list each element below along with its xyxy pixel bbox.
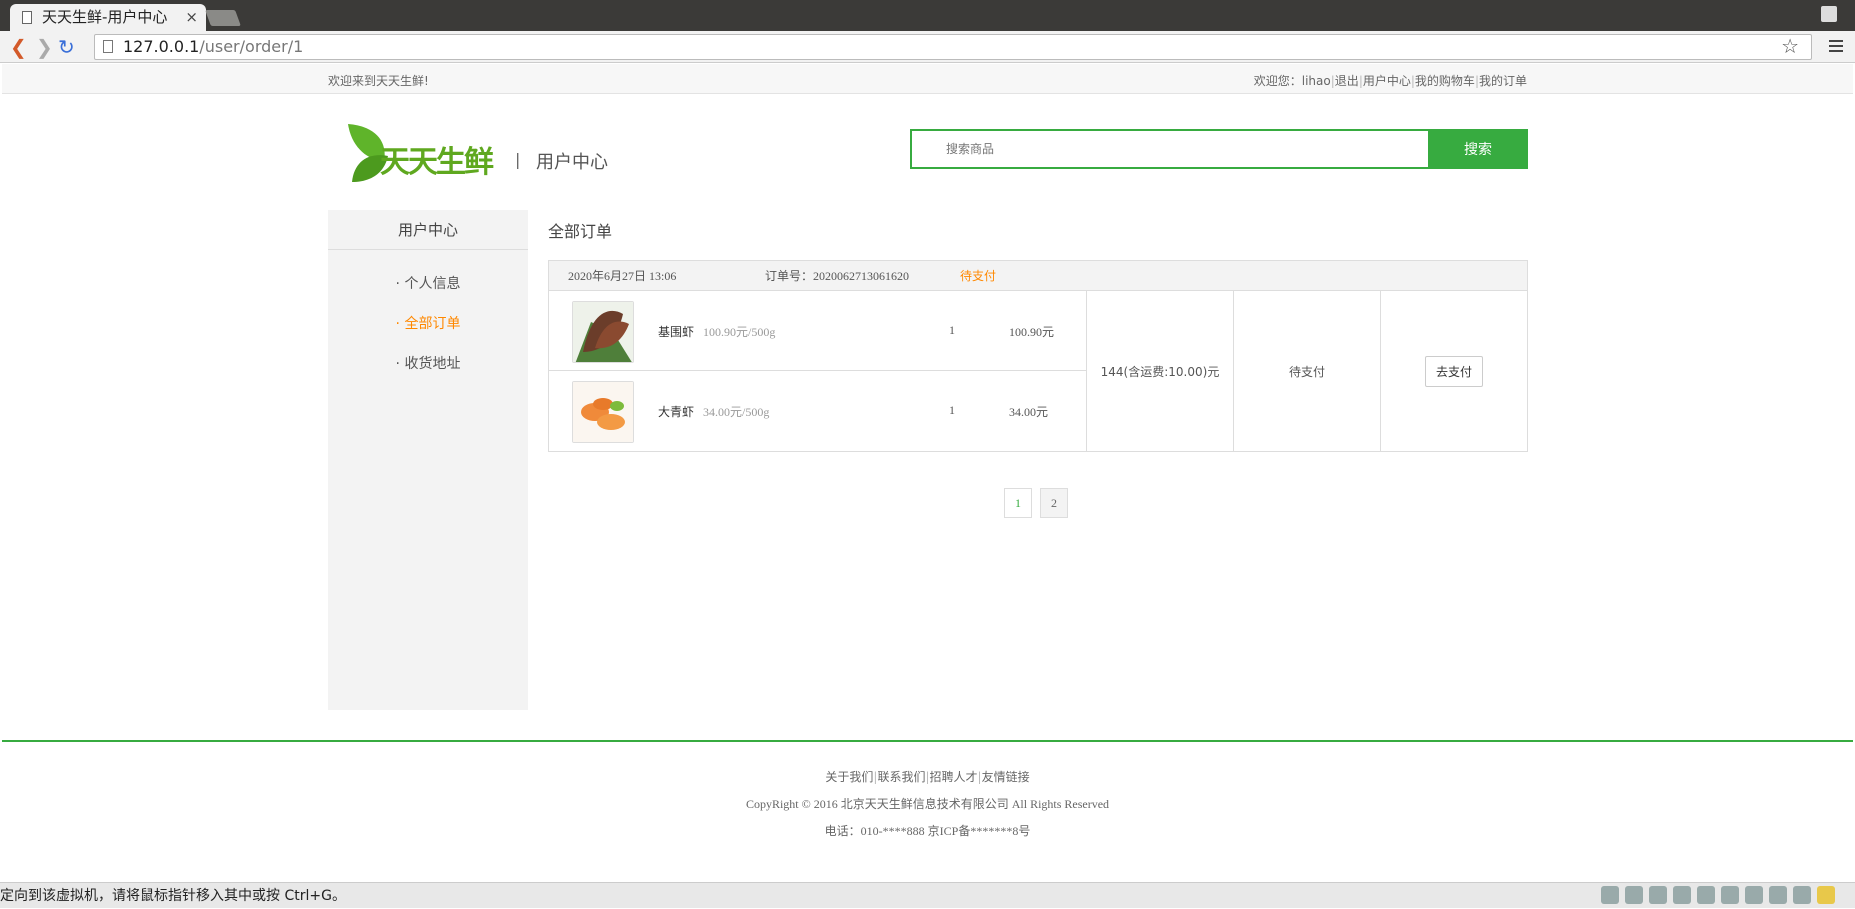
- search-button[interactable]: 搜索: [1428, 129, 1528, 169]
- site-topbar: 欢迎来到天天生鲜! 欢迎您：lihao|退出|用户中心|我的购物车|我的订单: [2, 64, 1853, 94]
- order-action-cell: 去支付: [1381, 291, 1527, 451]
- usb-icon[interactable]: [1769, 886, 1787, 904]
- order-status-text: 待支付: [1288, 364, 1325, 379]
- footer-links: 关于我们|联系我们|招聘人才|友情链接: [2, 768, 1853, 785]
- product-price: 34.00元/500g: [703, 405, 770, 419]
- orders-link[interactable]: 我的订单: [1479, 74, 1527, 88]
- page-link-1[interactable]: 1: [1004, 488, 1032, 518]
- order-item: 大青虾 34.00元/500g 1 34.00元: [549, 371, 1086, 451]
- product-price: 100.90元/500g: [703, 325, 776, 339]
- product-subtotal: 34.00元: [1009, 405, 1049, 419]
- bookmark-star-icon[interactable]: ☆: [1781, 34, 1799, 58]
- footer-divider: [2, 740, 1853, 742]
- forward-icon[interactable]: ❯: [36, 36, 53, 58]
- browser-toolbar: ❮ ❯ ↻ 127.0.0.1/user/order/1 ☆: [0, 31, 1855, 63]
- divider: |: [515, 150, 521, 169]
- web-page: 欢迎来到天天生鲜! 欢迎您：lihao|退出|用户中心|我的购物车|我的订单 天…: [2, 64, 1853, 882]
- sound-icon[interactable]: [1745, 886, 1763, 904]
- logout-link[interactable]: 退出: [1335, 74, 1359, 88]
- user-greeting: 欢迎您：lihao: [1253, 74, 1331, 88]
- search-box: 搜索: [910, 129, 1528, 169]
- footer-link-about[interactable]: 关于我们: [825, 770, 873, 784]
- profile-icon[interactable]: [1821, 6, 1837, 22]
- order-card: 2020年6月27日 13:06 订单号：2020062713061620 待支…: [548, 260, 1528, 452]
- order-total: 144(含运费:10.00)元: [1087, 291, 1234, 451]
- tab-title: 天天生鲜-用户中心: [42, 8, 168, 26]
- welcome-text: 欢迎来到天天生鲜!: [328, 74, 429, 88]
- order-items: 基围虾 100.90元/500g 1 100.90元 大青虾 34.00元/50…: [549, 291, 1087, 451]
- search-input[interactable]: [912, 131, 1428, 167]
- logo-text[interactable]: 天天生鲜: [380, 137, 494, 181]
- cd-icon[interactable]: [1625, 886, 1643, 904]
- browser-tab[interactable]: 天天生鲜-用户中心 ×: [10, 4, 206, 31]
- product-subtotal: 100.90元: [1009, 325, 1055, 339]
- section-title: 全部订单: [548, 222, 613, 241]
- floppy-icon[interactable]: [1673, 886, 1691, 904]
- url-path: /user/order/1: [199, 37, 304, 56]
- page-icon: [103, 40, 113, 53]
- reload-icon[interactable]: ↻: [58, 36, 75, 58]
- network-icon[interactable]: [1697, 886, 1715, 904]
- user-center-link[interactable]: 用户中心: [1363, 74, 1411, 88]
- page-subtitle: 用户中心: [536, 152, 608, 173]
- url-host: 127.0.0.1: [123, 37, 200, 56]
- sidebar-item-profile[interactable]: · 个人信息: [328, 264, 528, 304]
- product-name: 基围虾: [658, 325, 695, 339]
- browser-tabstrip: 天天生鲜-用户中心 ×: [0, 0, 1855, 31]
- sidebar: 用户中心 · 个人信息 · 全部订单 · 收货地址: [328, 210, 528, 710]
- order-number: 订单号：2020062713061620: [765, 269, 910, 283]
- sidebar-item-address[interactable]: · 收货地址: [328, 344, 528, 384]
- back-icon[interactable]: ❮: [10, 36, 27, 58]
- footer-link-jobs[interactable]: 招聘人才: [930, 770, 978, 784]
- hdd-icon[interactable]: [1601, 886, 1619, 904]
- sidebar-item-orders[interactable]: · 全部订单: [328, 304, 528, 344]
- vm-statusbar: 定向到该虚拟机，请将鼠标指针移入其中或按 Ctrl+G。: [0, 882, 1855, 908]
- status-text: 定向到该虚拟机，请将鼠标指针移入其中或按 Ctrl+G。: [0, 888, 346, 904]
- cart-link[interactable]: 我的购物车: [1415, 74, 1475, 88]
- close-tab-icon[interactable]: ×: [185, 4, 198, 31]
- cd-icon[interactable]: [1649, 886, 1667, 904]
- order-time: 2020年6月27日 13:06: [568, 269, 677, 283]
- pagination: 12: [1004, 488, 1076, 518]
- message-icon[interactable]: [1817, 886, 1835, 904]
- footer-link-friends[interactable]: 友情链接: [982, 770, 1030, 784]
- copyright-text: CopyRight © 2016 北京天天生鲜信息技术有限公司 All Righ…: [745, 797, 1110, 811]
- product-image[interactable]: [572, 301, 634, 363]
- order-total-text: 144(含运费:10.00)元: [1100, 364, 1220, 379]
- page-link-2[interactable]: 2: [1040, 488, 1068, 518]
- product-image[interactable]: [572, 381, 634, 443]
- sidebar-title: 用户中心: [328, 210, 528, 250]
- product-qty: 1: [949, 403, 955, 417]
- order-header: 2020年6月27日 13:06 订单号：2020062713061620 待支…: [549, 261, 1527, 291]
- product-name: 大青虾: [658, 405, 695, 419]
- order-body: 基围虾 100.90元/500g 1 100.90元 大青虾 34.00元/50…: [549, 291, 1527, 451]
- order-status: 待支付: [960, 269, 997, 283]
- usb-icon[interactable]: [1793, 886, 1811, 904]
- browser-menu-icon[interactable]: [1829, 40, 1843, 52]
- pay-button[interactable]: 去支付: [1424, 355, 1483, 387]
- contact-text: 电话：010-****888 京ICP备*******8号: [824, 824, 1031, 838]
- new-tab-button[interactable]: [205, 10, 241, 26]
- device-tray: [1601, 886, 1835, 906]
- footer-link-contact[interactable]: 联系我们: [877, 770, 925, 784]
- address-bar[interactable]: 127.0.0.1/user/order/1: [94, 34, 1812, 60]
- topbar-links: 欢迎您：lihao|退出|用户中心|我的购物车|我的订单: [1254, 72, 1527, 89]
- order-item: 基围虾 100.90元/500g 1 100.90元: [549, 291, 1086, 371]
- printer-icon[interactable]: [1721, 886, 1739, 904]
- page-icon: [22, 11, 32, 24]
- product-qty: 1: [949, 323, 955, 337]
- footer: 关于我们|联系我们|招聘人才|友情链接 CopyRight © 2016 北京天…: [2, 754, 1853, 839]
- order-status-cell: 待支付: [1234, 291, 1381, 451]
